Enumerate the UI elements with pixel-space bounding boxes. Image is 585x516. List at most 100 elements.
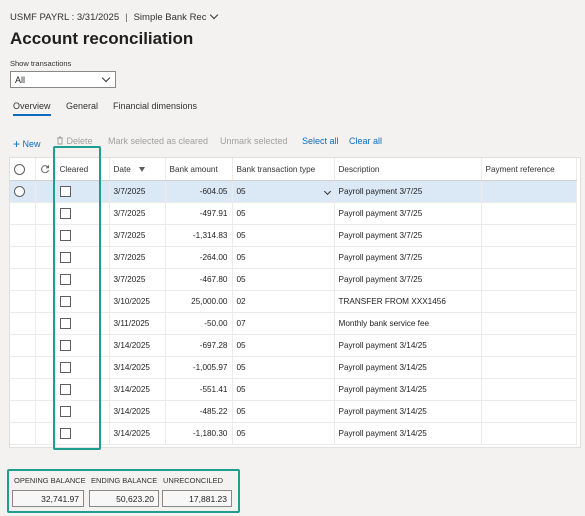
refresh-cell[interactable] — [35, 158, 56, 181]
description-cell: Payroll payment 3/7/25 — [334, 202, 482, 225]
transaction-type-value: 05 — [236, 209, 246, 218]
description-cell: Payroll payment 3/7/25 — [334, 268, 482, 291]
row-spacer-cell — [35, 356, 56, 379]
page-title: Account reconciliation — [10, 29, 194, 48]
show-transactions-select[interactable]: All — [10, 71, 116, 88]
view-selector[interactable]: Simple Bank Rec — [134, 10, 219, 23]
date-cell: 3/7/2025 — [109, 180, 166, 203]
row-spacer-cell — [35, 312, 56, 335]
description-cell: Payroll payment 3/14/25 — [334, 422, 482, 445]
transaction-type-value: 05 — [236, 253, 246, 262]
show-transactions-label: Show transactions — [10, 59, 72, 68]
bank-amount-cell: -264.00 — [165, 246, 233, 269]
select-all-rows-cell[interactable] — [10, 158, 36, 181]
mark-cleared-button[interactable]: Mark selected as cleared — [108, 136, 208, 146]
transaction-type-cell[interactable]: 05 — [232, 180, 335, 203]
select-all-button[interactable]: Select all — [302, 136, 339, 146]
description-cell: Monthly bank service fee — [334, 312, 482, 335]
new-button-label: New — [22, 139, 41, 149]
filter-icon[interactable] — [138, 166, 145, 172]
row-selector-cell[interactable] — [10, 378, 36, 401]
row-selector-cell[interactable] — [10, 400, 36, 423]
transaction-type-cell: 07 — [232, 312, 335, 335]
new-button[interactable]: + New — [13, 136, 41, 151]
column-header-description[interactable]: Description — [334, 158, 482, 181]
row-selector-cell[interactable] — [10, 180, 36, 203]
row-selector-cell[interactable] — [10, 202, 36, 225]
transaction-type-value: 05 — [236, 407, 246, 416]
transaction-type-cell: 05 — [232, 356, 335, 379]
row-selector-cell[interactable] — [10, 246, 36, 269]
payment-reference-cell — [481, 400, 577, 423]
chevron-down-icon — [101, 73, 111, 83]
unreconciled-label: UNRECONCILED — [163, 476, 224, 485]
payment-reference-cell — [481, 356, 577, 379]
ending-balance-value: 50,623.20 — [89, 490, 159, 507]
bank-amount-cell: -604.05 — [165, 180, 233, 203]
description-cell: TRANSFER FROM XXX1456 — [334, 290, 482, 313]
row-select-radio[interactable] — [14, 186, 25, 197]
unmark-cleared-button[interactable]: Unmark selected — [220, 136, 288, 146]
description-cell: Payroll payment 3/14/25 — [334, 334, 482, 357]
row-selector-cell[interactable] — [10, 224, 36, 247]
row-selector-cell[interactable] — [10, 422, 36, 445]
breadcrumb: USMF PAYRL : 3/31/2025 | Simple Bank Rec — [10, 10, 219, 23]
row-selector-cell[interactable] — [10, 268, 36, 291]
unreconciled-value: 17,881.23 — [162, 490, 232, 507]
row-selector-cell[interactable] — [10, 312, 36, 335]
date-cell: 3/14/2025 — [109, 334, 166, 357]
date-cell: 3/7/2025 — [109, 202, 166, 225]
transaction-type-cell: 02 — [232, 290, 335, 313]
row-spacer-cell — [35, 334, 56, 357]
bank-amount-cell: -50.00 — [165, 312, 233, 335]
bank-amount-cell: -551.41 — [165, 378, 233, 401]
show-transactions-value: All — [15, 75, 26, 85]
row-spacer-cell — [35, 180, 56, 203]
select-all-radio[interactable] — [14, 163, 25, 175]
row-selector-cell[interactable] — [10, 334, 36, 357]
refresh-icon[interactable] — [40, 164, 50, 174]
delete-button[interactable]: Delete — [56, 136, 93, 146]
transaction-type-value: 05 — [236, 187, 246, 196]
column-header-payment-reference[interactable]: Payment reference — [481, 158, 577, 181]
row-spacer-cell — [35, 202, 56, 225]
column-header-bank-amount[interactable]: Bank amount — [165, 158, 233, 181]
payment-reference-cell — [481, 246, 577, 269]
row-spacer-cell — [35, 290, 56, 313]
clear-all-button[interactable]: Clear all — [349, 136, 382, 146]
plus-icon: + — [13, 137, 21, 151]
column-header-date[interactable]: Date — [109, 158, 166, 181]
date-cell: 3/10/2025 — [109, 290, 166, 313]
row-selector-cell[interactable] — [10, 356, 36, 379]
chevron-down-icon — [210, 10, 219, 20]
date-cell: 3/7/2025 — [109, 268, 166, 291]
description-cell: Payroll payment 3/7/25 — [334, 180, 482, 203]
date-cell: 3/14/2025 — [109, 378, 166, 401]
tab-financial-dimensions[interactable]: Financial dimensions — [113, 101, 197, 111]
chevron-down-icon[interactable] — [323, 187, 331, 196]
transaction-type-value: 05 — [236, 363, 246, 372]
tab-overview[interactable]: Overview — [13, 101, 51, 116]
description-cell: Payroll payment 3/14/25 — [334, 378, 482, 401]
bank-amount-cell: -697.28 — [165, 334, 233, 357]
transaction-type-cell: 05 — [232, 224, 335, 247]
description-cell: Payroll payment 3/7/25 — [334, 224, 482, 247]
transaction-type-cell: 05 — [232, 422, 335, 445]
date-cell: 3/14/2025 — [109, 400, 166, 423]
tab-general[interactable]: General — [66, 101, 98, 111]
opening-balance-value: 32,741.97 — [12, 490, 84, 507]
transaction-type-cell: 05 — [232, 378, 335, 401]
description-cell: Payroll payment 3/14/25 — [334, 356, 482, 379]
description-cell: Payroll payment 3/7/25 — [334, 246, 482, 269]
date-cell: 3/11/2025 — [109, 312, 166, 335]
date-cell: 3/7/2025 — [109, 246, 166, 269]
description-cell: Payroll payment 3/14/25 — [334, 400, 482, 423]
column-header-transaction-type[interactable]: Bank transaction type — [232, 158, 335, 181]
bank-amount-cell: 25,000.00 — [165, 290, 233, 313]
date-cell: 3/7/2025 — [109, 224, 166, 247]
transaction-type-value: 05 — [236, 429, 246, 438]
delete-button-label: Delete — [66, 136, 93, 146]
bank-amount-cell: -497.91 — [165, 202, 233, 225]
row-selector-cell[interactable] — [10, 290, 36, 313]
transaction-type-cell: 05 — [232, 268, 335, 291]
